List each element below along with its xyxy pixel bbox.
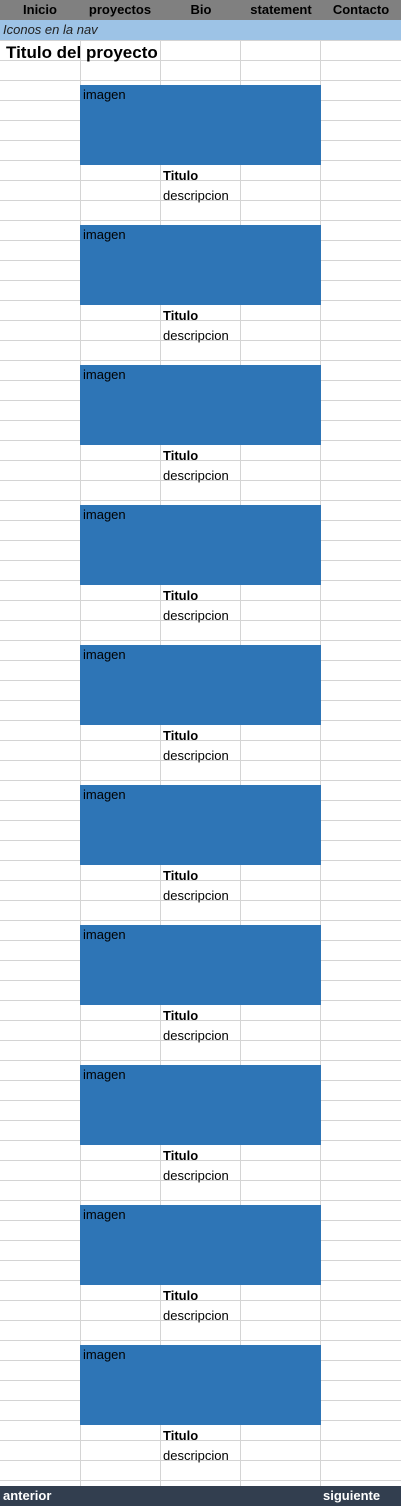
- gridline-row: [0, 500, 401, 501]
- project-image-label: imagen: [83, 927, 126, 942]
- gridline-row: [0, 460, 401, 461]
- nav-item-contacto[interactable]: Contacto: [321, 0, 401, 20]
- gridline-row: [0, 40, 401, 41]
- nav-item-proyectos[interactable]: proyectos: [80, 0, 160, 20]
- project-image-label: imagen: [83, 367, 126, 382]
- project-title[interactable]: Titulo: [163, 166, 198, 186]
- project-title[interactable]: Titulo: [163, 446, 198, 466]
- gridline-row: [0, 920, 401, 921]
- nav-item-inicio[interactable]: Inicio: [0, 0, 80, 20]
- gridline-row: [0, 600, 401, 601]
- gridline-row: [0, 640, 401, 641]
- project-image-placeholder[interactable]: imagen: [80, 1345, 321, 1425]
- project-description: descripcion: [163, 888, 229, 903]
- project-image-placeholder[interactable]: imagen: [80, 85, 321, 165]
- gridline-row: [0, 780, 401, 781]
- project-image-placeholder[interactable]: imagen: [80, 925, 321, 1005]
- gridline-row: [0, 360, 401, 361]
- project-description: descripcion: [163, 1308, 229, 1323]
- project-image-label: imagen: [83, 1347, 126, 1362]
- gridline-row: [0, 1200, 401, 1201]
- project-description: descripcion: [163, 188, 229, 203]
- project-title[interactable]: Titulo: [163, 1006, 198, 1026]
- gridline-row: [0, 80, 401, 81]
- project-title[interactable]: Titulo: [163, 1286, 198, 1306]
- project-image-placeholder[interactable]: imagen: [80, 1205, 321, 1285]
- top-nav: Inicio proyectos Bio statement Contacto: [0, 0, 401, 20]
- project-title[interactable]: Titulo: [163, 866, 198, 886]
- project-description: descripcion: [163, 468, 229, 483]
- project-image-label: imagen: [83, 87, 126, 102]
- gridline-row: [0, 320, 401, 321]
- gridline-row: [0, 1060, 401, 1061]
- project-description: descripcion: [163, 748, 229, 763]
- gridline-row: [0, 220, 401, 221]
- previous-button[interactable]: anterior: [3, 1486, 51, 1506]
- next-button[interactable]: siguiente: [323, 1486, 380, 1506]
- project-image-label: imagen: [83, 1207, 126, 1222]
- project-image-placeholder[interactable]: imagen: [80, 785, 321, 865]
- gridline-row: [0, 880, 401, 881]
- project-image-placeholder[interactable]: imagen: [80, 505, 321, 585]
- project-image-placeholder[interactable]: imagen: [80, 225, 321, 305]
- project-title[interactable]: Titulo: [163, 586, 198, 606]
- project-image-label: imagen: [83, 1067, 126, 1082]
- project-title[interactable]: Titulo: [163, 306, 198, 326]
- project-image-placeholder[interactable]: imagen: [80, 1065, 321, 1145]
- gridline-row: [0, 180, 401, 181]
- project-image-label: imagen: [83, 787, 126, 802]
- gridline-row: [0, 1020, 401, 1021]
- nav-icons-note: Iconos en la nav: [0, 20, 401, 40]
- nav-item-bio[interactable]: Bio: [161, 0, 241, 20]
- spreadsheet-mockup: Inicio proyectos Bio statement Contacto …: [0, 0, 401, 1506]
- project-description: descripcion: [163, 1168, 229, 1183]
- gridline-row: [0, 1480, 401, 1481]
- gridline-row: [0, 1160, 401, 1161]
- project-title[interactable]: Titulo: [163, 1146, 198, 1166]
- gridline-row: [0, 740, 401, 741]
- nav-item-statement[interactable]: statement: [241, 0, 321, 20]
- project-description: descripcion: [163, 1028, 229, 1043]
- project-image-label: imagen: [83, 227, 126, 242]
- project-image-placeholder[interactable]: imagen: [80, 645, 321, 725]
- project-description: descripcion: [163, 328, 229, 343]
- project-image-placeholder[interactable]: imagen: [80, 365, 321, 445]
- project-image-label: imagen: [83, 647, 126, 662]
- gridline-row: [0, 1340, 401, 1341]
- gridline-row: [0, 1440, 401, 1441]
- project-title[interactable]: Titulo: [163, 1426, 198, 1446]
- page-title: Titulo del proyecto: [6, 43, 158, 62]
- project-title[interactable]: Titulo: [163, 726, 198, 746]
- footer-bar: anterior siguiente: [0, 1486, 401, 1506]
- project-image-label: imagen: [83, 507, 126, 522]
- gridline-row: [0, 1300, 401, 1301]
- project-description: descripcion: [163, 608, 229, 623]
- project-description: descripcion: [163, 1448, 229, 1463]
